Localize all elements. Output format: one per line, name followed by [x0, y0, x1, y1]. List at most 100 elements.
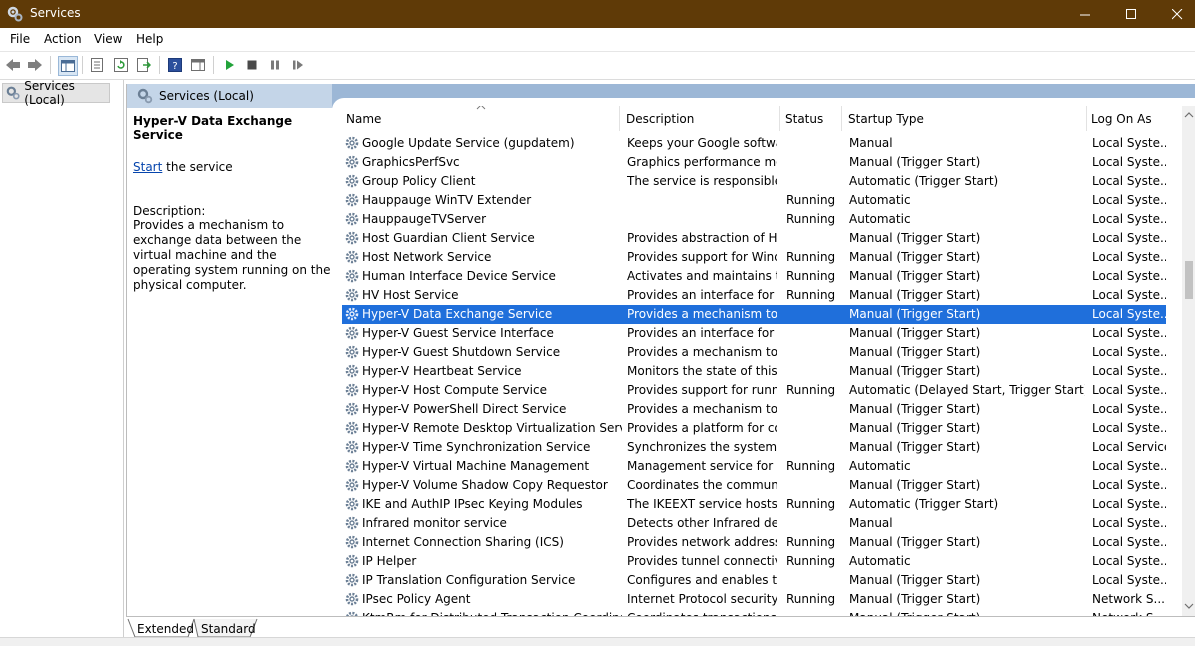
table-row[interactable]: IP Translation Configuration Service Conf… [342, 571, 1166, 590]
start-service-button[interactable] [220, 56, 238, 74]
cell-startup-type: Manual (Trigger Start) [849, 155, 981, 169]
restart-service-button[interactable] [289, 56, 307, 74]
vertical-scrollbar[interactable] [1182, 106, 1195, 616]
table-row[interactable]: Hyper-V Data Exchange Service Provides a … [342, 305, 1166, 324]
cell-status: Running [786, 269, 836, 283]
table-row[interactable]: Host Network Service Provides support for… [342, 248, 1166, 267]
cell-status [786, 324, 842, 343]
show-console-tree-button[interactable] [58, 56, 78, 76]
menu-file[interactable]: File [10, 32, 30, 46]
help-button[interactable]: ? [166, 56, 184, 74]
table-row[interactable]: Hyper-V Remote Desktop Virtualization Se… [342, 419, 1166, 438]
cell-description: Provides an interface for t... [627, 288, 777, 302]
column-header-log-on-as[interactable]: Log On As [1087, 106, 1166, 131]
svg-text:?: ? [172, 61, 177, 72]
column-header-description[interactable]: Description [622, 106, 780, 131]
table-row[interactable]: Hyper-V PowerShell Direct Service Provide… [342, 400, 1166, 419]
tree-item-services-local[interactable]: Services (Local) [2, 79, 110, 107]
cell-status [786, 343, 842, 362]
table-row[interactable]: Hauppauge WinTV Extender Running Automatic… [342, 191, 1166, 210]
column-header-status[interactable]: Status [781, 106, 842, 131]
cell-name: Hyper-V Virtual Machine Management [362, 459, 590, 473]
table-row[interactable]: HauppaugeTVServer Running Automatic Local S… [342, 210, 1166, 229]
cell-description [627, 191, 777, 210]
properties-button[interactable] [88, 56, 106, 74]
cell-log-on-as: Local Syste... [1092, 554, 1166, 568]
table-row[interactable]: Infrared monitor service Detects other In… [342, 514, 1166, 533]
services-gear-icon [6, 86, 20, 100]
cell-status [786, 229, 842, 248]
cell-status [786, 476, 842, 495]
table-row[interactable]: Hyper-V Host Compute Service Provides sup… [342, 381, 1166, 400]
table-row[interactable]: Hyper-V Virtual Machine Management Manage… [342, 457, 1166, 476]
scrollbar-thumb[interactable] [1185, 261, 1193, 299]
close-button[interactable] [1154, 0, 1195, 28]
menu-help[interactable]: Help [136, 32, 163, 46]
table-row[interactable]: Human Interface Device Service Activates … [342, 267, 1166, 286]
back-button[interactable] [4, 56, 22, 74]
cell-status [786, 419, 842, 438]
menu-action[interactable]: Action [44, 32, 82, 46]
column-header-name[interactable]: Name [342, 106, 620, 131]
minimize-button[interactable] [1062, 0, 1108, 28]
cell-startup-type: Manual (Trigger Start) [849, 592, 981, 606]
menu-view[interactable]: View [94, 32, 122, 46]
table-row[interactable]: IPsec Policy Agent Internet Protocol secu… [342, 590, 1166, 609]
scroll-up-icon[interactable] [1182, 109, 1195, 121]
cell-startup-type: Manual (Trigger Start) [849, 440, 981, 454]
tab-extended[interactable]: Extended [137, 620, 194, 638]
cell-status: Running [786, 288, 836, 302]
cell-status [786, 362, 842, 381]
cell-startup-type: Automatic (Trigger Start) [849, 497, 999, 511]
description-text: Provides a mechanism to exchange data be… [133, 218, 331, 292]
cell-name: Hyper-V Heartbeat Service [362, 364, 522, 378]
table-row[interactable]: Internet Connection Sharing (ICS) Provide… [342, 533, 1166, 552]
cell-status [786, 134, 842, 153]
cell-log-on-as: Local Syste... [1092, 174, 1166, 188]
cell-status [786, 172, 842, 191]
table-row[interactable]: IKE and AuthIP IPsec Keying Modules The I… [342, 495, 1166, 514]
table-row[interactable]: HV Host Service Provides an interface for… [342, 286, 1166, 305]
selected-service-title: Hyper-V Data Exchange Service [133, 114, 293, 142]
cell-startup-type: Automatic (Trigger Start) [849, 174, 999, 188]
table-row[interactable]: Hyper-V Time Synchronization Service Sync… [342, 438, 1166, 457]
pause-service-button[interactable] [266, 56, 284, 74]
show-action-pane-button[interactable] [189, 56, 207, 74]
table-row[interactable]: Hyper-V Guest Shutdown Service Provides a… [342, 343, 1166, 362]
content-header-label: Services (Local) [159, 89, 254, 103]
table-row[interactable]: KtmRm for Distributed Transaction Coordi… [342, 609, 1166, 616]
cell-status: Running [786, 459, 836, 473]
cell-description: Provides support for runni... [627, 383, 777, 397]
export-list-icon [137, 58, 151, 72]
table-row[interactable]: Hyper-V Volume Shadow Copy Requestor Coor… [342, 476, 1166, 495]
table-row[interactable]: Hyper-V Guest Service Interface Provides … [342, 324, 1166, 343]
action-pane-icon [191, 59, 205, 71]
table-row[interactable]: Hyper-V Heartbeat Service Monitors the st… [342, 362, 1166, 381]
tab-standard[interactable]: Standard [201, 620, 256, 638]
cell-startup-type: Manual (Trigger Start) [849, 364, 981, 378]
column-header-startup-type[interactable]: Startup Type [844, 106, 1087, 131]
cell-startup-type: Automatic [849, 212, 911, 226]
description-label: Description: [133, 204, 206, 218]
refresh-icon [114, 58, 128, 72]
service-gear-icon [345, 250, 359, 264]
stop-service-button[interactable] [243, 56, 261, 74]
content-header-tab: Services (Local) [127, 84, 332, 108]
refresh-button[interactable] [112, 56, 130, 74]
cell-description: Activates and maintains t... [627, 269, 777, 283]
start-service-link[interactable]: Start [133, 160, 162, 174]
maximize-button[interactable] [1108, 0, 1154, 28]
scroll-down-icon[interactable] [1182, 600, 1195, 612]
cell-description: Provides support for Wind... [627, 250, 777, 264]
table-row[interactable]: Host Guardian Client Service Provides abs… [342, 229, 1166, 248]
table-row[interactable]: IP Helper Provides tunnel connectiv... Run… [342, 552, 1166, 571]
export-list-button[interactable] [135, 56, 153, 74]
forward-button[interactable] [26, 56, 44, 74]
cell-name: Group Policy Client [362, 174, 476, 188]
cell-description: Provides a platform for co... [627, 421, 777, 435]
help-icon: ? [168, 58, 182, 72]
table-row[interactable]: Google Update Service (gupdatem) Keeps yo… [342, 134, 1166, 153]
table-row[interactable]: GraphicsPerfSvc Graphics performance mo..… [342, 153, 1166, 172]
table-row[interactable]: Group Policy Client The service is respon… [342, 172, 1166, 191]
service-gear-icon [345, 307, 359, 321]
